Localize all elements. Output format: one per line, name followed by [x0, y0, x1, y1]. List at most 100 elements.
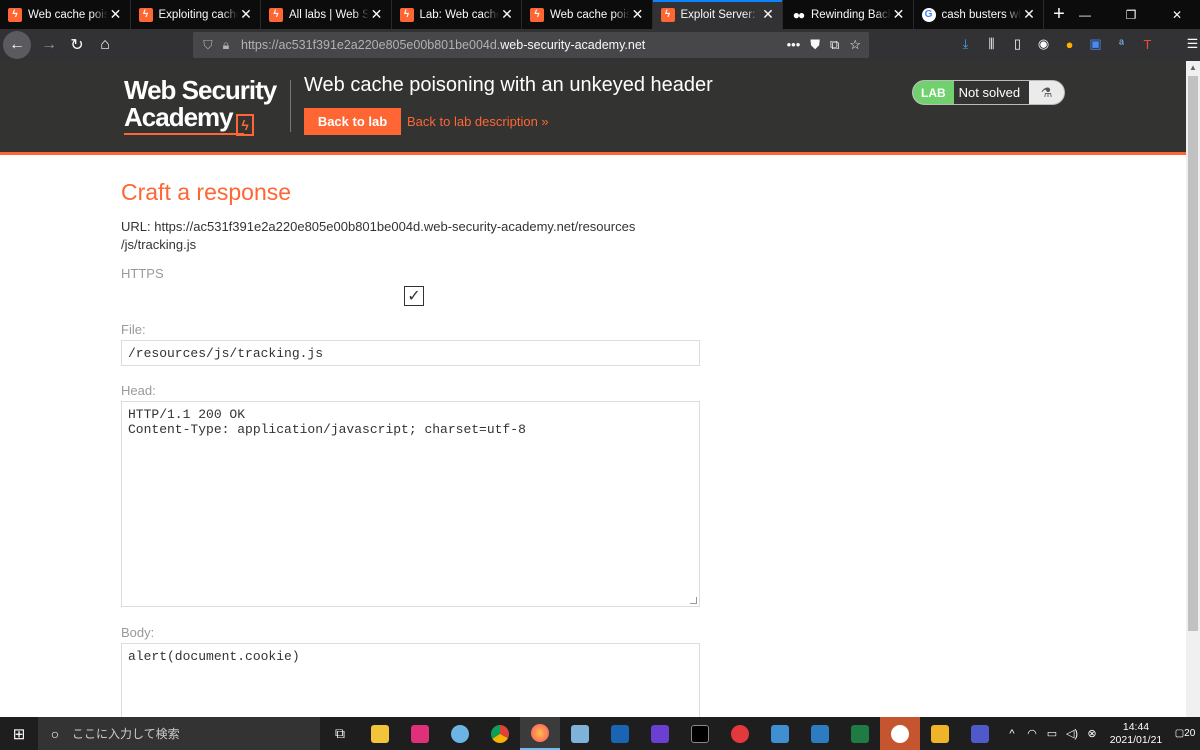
excel-icon[interactable]: [840, 717, 880, 750]
google-icon: G: [921, 7, 936, 22]
back-arrow-icon[interactable]: ←: [3, 31, 31, 59]
browser-tab[interactable]: ϟ All labs | Web Sec✕: [261, 0, 392, 29]
notification-center-icon[interactable]: ▢20: [1170, 728, 1200, 739]
description-link-label: Back to lab description: [407, 114, 538, 129]
close-window-icon[interactable]: ✕: [1154, 0, 1200, 29]
header-divider: [290, 80, 291, 132]
close-tab-icon[interactable]: ✕: [760, 6, 776, 23]
response-url-line2: /js/tracking.js: [121, 237, 197, 252]
tab-title: cash busters what: [941, 8, 1022, 21]
tray-chevron-icon[interactable]: ^: [1002, 728, 1022, 740]
extension-translate-icon[interactable]: ▣: [1085, 32, 1106, 56]
lab-status: Not solved: [953, 81, 1030, 104]
browser-tab[interactable]: ϟ Exploit Server: We✕: [652, 0, 783, 29]
close-tab-icon[interactable]: ✕: [499, 6, 515, 23]
academy-header: Web Security Academy ϟ Web cache poisonin…: [0, 61, 1186, 155]
firefox-icon[interactable]: [520, 717, 560, 750]
sidebar-icon[interactable]: ▯: [1007, 32, 1028, 56]
checkmark-icon: ✓: [407, 288, 421, 305]
tab-title: Exploit Server: We: [680, 8, 761, 21]
close-tab-icon[interactable]: ✕: [108, 6, 124, 23]
browser-tab-bar: ϟWeb cache poisoni✕ϟExploiting cache d✕ϟ…: [0, 0, 1200, 29]
reload-icon[interactable]: ↻: [63, 31, 91, 59]
scrollbar-thumb[interactable]: [1188, 76, 1198, 631]
pocket-icon[interactable]: ⛊: [810, 37, 820, 53]
extension-a-icon[interactable]: ª: [1111, 32, 1132, 56]
lab-tag: LAB: [913, 81, 954, 104]
close-tab-icon[interactable]: ✕: [630, 6, 646, 23]
extension-local-icon[interactable]: ●: [1059, 32, 1080, 56]
back-to-description-link[interactable]: Back to lab description »: [407, 114, 549, 129]
library-icon[interactable]: ⫼: [981, 32, 1002, 56]
web-security-academy-logo[interactable]: Web Security Academy ϟ: [124, 77, 277, 136]
minimize-icon[interactable]: —: [1062, 0, 1108, 29]
battery-icon[interactable]: ▭: [1042, 727, 1062, 740]
lab-title: Web cache poisoning with an unkeyed head…: [304, 74, 713, 96]
close-tab-icon[interactable]: ✕: [369, 6, 385, 23]
virtualbox-icon[interactable]: [800, 717, 840, 750]
page-viewport: Web Security Academy ϟ Web cache poisonin…: [0, 61, 1186, 717]
body-textarea[interactable]: alert(document.cookie): [121, 643, 700, 717]
volume-icon[interactable]: ◁): [1062, 727, 1082, 740]
head-textarea[interactable]: HTTP/1.1 200 OK Content-Type: applicatio…: [121, 401, 700, 607]
taskbar-clock[interactable]: 14:44 2021/01/21: [1106, 721, 1166, 747]
tracking-protection-icon[interactable]: ⛉: [199, 38, 217, 53]
file-input[interactable]: /resources/js/tracking.js: [121, 340, 700, 366]
logo-underline: [124, 133, 244, 135]
ime-off-icon[interactable]: ⊗: [1082, 727, 1102, 740]
bookmark-star-icon[interactable]: ☆: [849, 37, 861, 53]
menu-icon[interactable]: ☰: [1182, 32, 1200, 56]
burp-suite-icon[interactable]: [640, 717, 680, 750]
windows-taskbar: ⊞ ○ ここに入力して検索 ⧉ ^ ◠ ▭ ◁) ⊗ 14:44 2021/01…: [0, 717, 1200, 750]
wifi-icon[interactable]: ◠: [1022, 727, 1042, 740]
extension-t-icon[interactable]: T: [1137, 32, 1158, 56]
scroll-up-icon[interactable]: ▲: [1186, 61, 1200, 75]
lock-icon[interactable]: 🔒︎: [217, 38, 235, 53]
translate-icon[interactable]: ⧉: [830, 37, 839, 53]
portswigger-icon: ϟ: [138, 7, 153, 22]
sticky-app-icon[interactable]: [920, 717, 960, 750]
chrome-icon[interactable]: [480, 717, 520, 750]
slack-icon[interactable]: [880, 717, 920, 750]
home-icon[interactable]: ⌂: [91, 31, 119, 59]
close-tab-icon[interactable]: ✕: [238, 6, 254, 23]
close-tab-icon[interactable]: ✕: [891, 6, 907, 23]
browser-tab[interactable]: Gcash busters what✕: [914, 0, 1044, 29]
forward-arrow-icon[interactable]: →: [35, 31, 63, 59]
sync-app-icon[interactable]: [720, 717, 760, 750]
wireshark-icon[interactable]: [600, 717, 640, 750]
downloads-icon[interactable]: ⤓: [955, 32, 976, 56]
lab-status-badge: LAB Not solved ⚗: [912, 80, 1065, 105]
tab-title: Web cache poisoni: [28, 8, 108, 21]
account-icon[interactable]: ◉: [1033, 32, 1054, 56]
clock-time: 14:44: [1122, 720, 1150, 733]
page-scrollbar[interactable]: ▲: [1186, 61, 1200, 717]
system-tray: ^ ◠ ▭ ◁) ⊗ 14:44 2021/01/21 ▢20: [1002, 717, 1200, 750]
notepad-app-icon[interactable]: [560, 717, 600, 750]
browser-tab[interactable]: ϟ Web cache poisoni✕: [522, 0, 653, 29]
window-controls: — ❐ ✕: [1062, 0, 1200, 29]
double-chevron-icon: »: [541, 114, 549, 129]
taskbar-search-box[interactable]: ○ ここに入力して検索: [38, 717, 320, 750]
extensions-area-icon[interactable]: [1163, 32, 1177, 56]
teams-icon[interactable]: [960, 717, 1000, 750]
url-text[interactable]: https://ac531f391e2a220e805e00b801be004d…: [241, 38, 787, 52]
https-checkbox[interactable]: ✓: [404, 286, 424, 306]
url-domain: web-security-academy.net: [500, 38, 646, 52]
remote-desktop-icon[interactable]: [760, 717, 800, 750]
back-to-lab-button[interactable]: Back to lab: [304, 108, 401, 135]
browser-tab[interactable]: ϟ Web cache poisoni✕: [0, 0, 131, 29]
paint-icon[interactable]: [440, 717, 480, 750]
close-tab-icon[interactable]: ✕: [1021, 6, 1037, 23]
page-actions-icon[interactable]: •••: [787, 37, 801, 53]
browser-tab[interactable]: ϟ Exploiting cache d✕: [131, 0, 261, 29]
task-view-icon[interactable]: ⧉: [320, 717, 360, 750]
app-pink-icon[interactable]: [400, 717, 440, 750]
windows-start-icon[interactable]: ⊞: [0, 717, 38, 750]
browser-tab[interactable]: ϟ Lab: Web cache po✕: [392, 0, 522, 29]
terminal-icon[interactable]: [680, 717, 720, 750]
address-bar[interactable]: ⛉ 🔒︎ https://ac531f391e2a220e805e00b801b…: [193, 32, 869, 58]
browser-tab[interactable]: ●● Rewinding Back to✕: [783, 0, 914, 29]
restore-icon[interactable]: ❐: [1108, 0, 1154, 29]
file-explorer-icon[interactable]: [360, 717, 400, 750]
